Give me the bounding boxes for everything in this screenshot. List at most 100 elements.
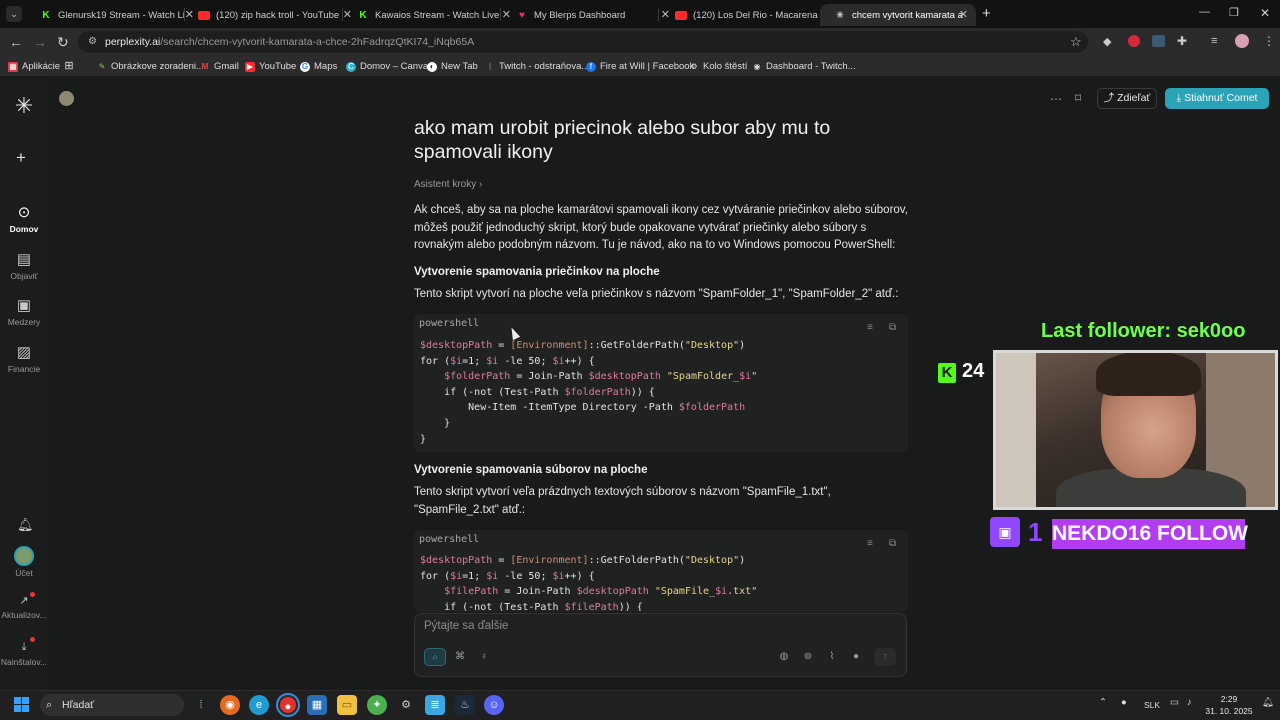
notifications-bell-icon[interactable]: 🔔︎ (17, 517, 34, 533)
taskbar-search[interactable]: ⌕ Hľadať (40, 694, 184, 716)
search-mode-button[interactable]: ⌕ (424, 648, 446, 666)
sidebar-item-domov[interactable]: ⊙ Domov (0, 203, 48, 234)
store-icon[interactable]: ▦ (307, 695, 327, 715)
update-dot (30, 592, 35, 597)
canva-icon: C (346, 61, 356, 72)
bookmark-maps[interactable]: G Maps (300, 61, 337, 72)
code-language-label: powershell (419, 534, 480, 545)
volume-icon[interactable]: ♪ (1187, 697, 1192, 708)
back-icon[interactable]: ← (9, 34, 23, 50)
app-icon-gear[interactable]: ⚙ (396, 695, 416, 715)
restore-icon[interactable]: ❐ (1229, 6, 1239, 19)
share-button[interactable]: ⤴ Zdieľať (1097, 88, 1157, 109)
research-mode-button[interactable]: ⌘ (449, 648, 471, 666)
edge-icon[interactable]: e (249, 695, 269, 715)
sidebar-item-financie[interactable]: ▨ Financie (0, 343, 48, 374)
media-control-icon[interactable]: ≡ (1211, 35, 1217, 47)
file-explorer-icon[interactable]: ▭ (337, 695, 357, 715)
more-options-icon[interactable]: ⋯ (1050, 92, 1062, 106)
bookmark-gmail[interactable]: M Gmail (200, 61, 239, 72)
taskbar-clock[interactable]: 2:29 31. 10. 2025 (1205, 693, 1253, 717)
chrome-icon[interactable]: ● (278, 695, 298, 715)
attach-icon[interactable]: ⌇ (821, 648, 843, 666)
extension-icon[interactable]: ◆ (1103, 35, 1111, 48)
bookmark-fire-at-will[interactable]: f Fire at Will | Facebook (586, 61, 694, 72)
gmail-icon: M (201, 61, 209, 71)
microphone-tray-icon[interactable]: ● (1121, 697, 1127, 708)
sidebar-item-medzery[interactable]: ▣ Medzery (0, 296, 48, 327)
spaces-icon: ▣ (16, 297, 32, 314)
close-icon[interactable]: ✕ (959, 8, 968, 21)
sidebar-item-objavit[interactable]: ▤ Objaviť (0, 250, 48, 281)
steam-icon[interactable]: ♨ (455, 695, 475, 715)
perplexity-logo[interactable]: ✳ (12, 94, 36, 118)
assistant-steps-toggle[interactable]: Asistent kroky › (414, 179, 482, 190)
tab-kawaios[interactable]: K Kawaios Stream - Watch Live o ✕ (343, 4, 519, 26)
app-icon-1[interactable]: ⁞ (191, 695, 211, 715)
extensions-puzzle-icon[interactable]: ✚ (1177, 34, 1187, 48)
code-content-folders: $desktopPath = [Environment]::GetFolderP… (420, 340, 758, 445)
blerp-icon: ♥ (519, 9, 525, 21)
sidebar-item-aktualizovat[interactable]: ↗ Aktualizov... (0, 594, 48, 620)
followup-input[interactable] (424, 620, 894, 632)
new-thread-icon[interactable]: + (16, 148, 26, 168)
tray-overflow-icon[interactable]: ⌃ (1099, 697, 1107, 708)
bookmark-thread-icon[interactable]: ⌑ (1075, 91, 1081, 105)
code-content-files: $desktopPath = [Environment]::GetFolderP… (420, 555, 758, 611)
tab-macarena[interactable]: (120) Los Del Rio - Macarena (E ✕ (661, 4, 837, 26)
new-tab-button[interactable]: + (982, 5, 991, 22)
submit-button[interactable]: ↑ (874, 648, 896, 666)
bookmark-grid[interactable]: ⊞ (64, 61, 78, 72)
download-icon: ⤓ (1176, 92, 1185, 104)
network-icon[interactable]: ▭ (1170, 697, 1179, 708)
close-window-icon[interactable]: ✕ (1260, 6, 1270, 20)
notification-icon[interactable]: 🔔︎ (1262, 697, 1274, 708)
bookmark-youtube[interactable]: ▶ YouTube (245, 61, 296, 72)
youtube-icon (198, 9, 210, 21)
sidebar-item-ucet[interactable]: Účet (0, 546, 48, 578)
reload-icon[interactable]: ↻ (57, 34, 69, 51)
tab-zip-hack-troll[interactable]: (120) zip hack troll - YouTube ✕ (184, 4, 360, 26)
extension-icon-red[interactable] (1128, 35, 1140, 47)
tab-glenursk19[interactable]: K Glenursk19 Stream - Watch Live ✕ (26, 4, 202, 26)
firefox-icon[interactable]: ◉ (220, 695, 240, 715)
start-windows-icon[interactable] (14, 697, 29, 712)
minimize-icon[interactable]: — (1199, 6, 1210, 18)
twitch-icon: ◉ (753, 61, 761, 71)
bookmark-obrazkove[interactable]: ✎ Obrázkove zoradeni... (97, 61, 204, 72)
labs-mode-button[interactable]: ♁ (473, 648, 495, 666)
download-comet-button[interactable]: ⤓ Stiahnuť Comet (1165, 88, 1269, 109)
forward-icon[interactable]: → (33, 34, 47, 50)
bookmark-canva[interactable]: C Domov – Canva (346, 61, 428, 72)
tab-my-blerps[interactable]: ♥ My Blerps Dashboard ✕ (502, 4, 678, 26)
language-indicator[interactable]: SLK (1144, 700, 1160, 710)
kick-icon: K (938, 363, 956, 383)
browser-menu-icon[interactable]: ⋮ (1263, 34, 1275, 48)
bookmark-new-tab[interactable]: ◐ New Tab (427, 61, 478, 72)
discord-icon[interactable]: ☺ (484, 695, 504, 715)
wrap-lines-icon[interactable]: ≡ (867, 538, 873, 549)
tab-search-button[interactable]: ⌄ (6, 6, 22, 22)
copy-icon[interactable]: ⧉ (889, 538, 896, 549)
bookmark-apps[interactable]: ▦ Aplikácie (8, 61, 60, 72)
wrap-lines-icon[interactable]: ≡ (867, 322, 873, 333)
app-icon-green[interactable]: ✦ (367, 695, 387, 715)
bookmark-dashboard-twitch[interactable]: ◉ Dashboard - Twitch... (752, 61, 856, 72)
url-text[interactable]: perplexity.ai/search/chcem-vytvorit-kama… (105, 36, 474, 48)
globe-icon[interactable]: ◍ (773, 648, 795, 666)
copy-icon[interactable]: ⧉ (889, 322, 896, 333)
user-avatar[interactable] (59, 91, 74, 106)
extension-icon-box[interactable] (1152, 35, 1165, 47)
bookmark-twitch-odstranova[interactable]: ᛁ Twitch - odstraňova... (485, 61, 590, 72)
site-info-icon[interactable]: ⚙ (88, 36, 97, 47)
install-dot (30, 637, 35, 642)
notepad-icon[interactable]: ≣ (425, 695, 445, 715)
bookmark-kolo-stesti[interactable]: ⚙ Kolo štěstí (689, 61, 747, 72)
followup-composer: ⌕ ⌘ ♁ ◍ ⊛ ⌇ ● ↑ (414, 613, 907, 677)
tab-perplexity-active[interactable]: ✳ chcem vytvorit kamarata a chce ✕ (820, 4, 976, 26)
sidebar-item-nainstalovat[interactable]: ⤓ Nainštalov... (0, 641, 48, 667)
model-chip-icon[interactable]: ⊛ (797, 648, 819, 666)
profile-avatar[interactable] (1235, 34, 1249, 48)
bookmark-star-icon[interactable]: ☆ (1070, 34, 1082, 50)
microphone-icon[interactable]: ● (845, 648, 867, 666)
